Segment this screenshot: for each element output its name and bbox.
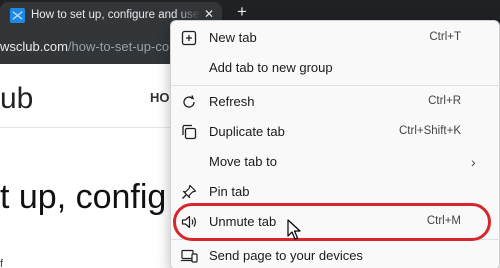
site-nav-home[interactable]: HO <box>150 90 170 105</box>
chevron-right-icon: › <box>471 154 476 170</box>
menu-item-shortcut: Ctrl+T <box>429 31 461 43</box>
url-path: /how-to-set-up-co <box>67 39 170 54</box>
menu-separator <box>171 85 500 86</box>
article-title: t up, config <box>0 178 167 216</box>
menu-item-add-to-group[interactable]: Add tab to new group <box>171 53 500 83</box>
menu-item-shortcut: Ctrl+M <box>426 215 461 227</box>
menu-separator <box>171 239 500 240</box>
speaker-icon <box>181 215 196 229</box>
duplicate-icon <box>182 124 197 140</box>
mouse-pointer-icon <box>287 219 301 240</box>
menu-item-shortcut: Ctrl+Shift+K <box>399 125 461 137</box>
menu-item-unmute-tab[interactable]: Unmute tab Ctrl+M <box>171 207 500 237</box>
menu-item-label: Move tab to <box>209 154 277 169</box>
site-logo[interactable]: ub <box>0 82 33 116</box>
menu-item-move-tab-to[interactable]: Move tab to › <box>171 147 500 177</box>
pin-icon <box>182 184 197 199</box>
menu-item-label: Send page to your devices <box>209 248 363 263</box>
page-text-fragment: f <box>0 258 4 268</box>
menu-item-pin-tab[interactable]: Pin tab <box>171 177 500 207</box>
menu-item-label: Add tab to new group <box>209 60 333 75</box>
menu-item-label: New tab <box>209 30 257 45</box>
menu-item-refresh[interactable]: Refresh Ctrl+R <box>171 87 500 117</box>
new-tab-icon <box>181 30 197 46</box>
menu-item-label: Refresh <box>209 94 255 109</box>
devices-icon <box>181 249 198 263</box>
favicon-icon <box>10 8 25 23</box>
url-field[interactable]: wsclub.com/how-to-set-up-co <box>0 39 169 54</box>
menu-item-label: Unmute tab <box>209 214 277 229</box>
tab-context-menu: New tab Ctrl+T Add tab to new group Refr… <box>170 20 500 268</box>
menu-item-new-tab[interactable]: New tab Ctrl+T <box>171 23 500 53</box>
close-tab-icon[interactable]: ✕ <box>202 7 216 21</box>
menu-item-label: Duplicate tab <box>209 124 285 139</box>
menu-item-shortcut: Ctrl+R <box>428 95 461 107</box>
new-tab-button[interactable]: + <box>233 3 251 21</box>
url-host: wsclub.com <box>0 39 68 54</box>
refresh-icon <box>183 95 195 108</box>
menu-item-label: Pin tab <box>209 184 250 199</box>
menu-item-duplicate-tab[interactable]: Duplicate tab Ctrl+Shift+K <box>171 117 500 147</box>
menu-item-send-page[interactable]: Send page to your devices <box>171 241 500 268</box>
